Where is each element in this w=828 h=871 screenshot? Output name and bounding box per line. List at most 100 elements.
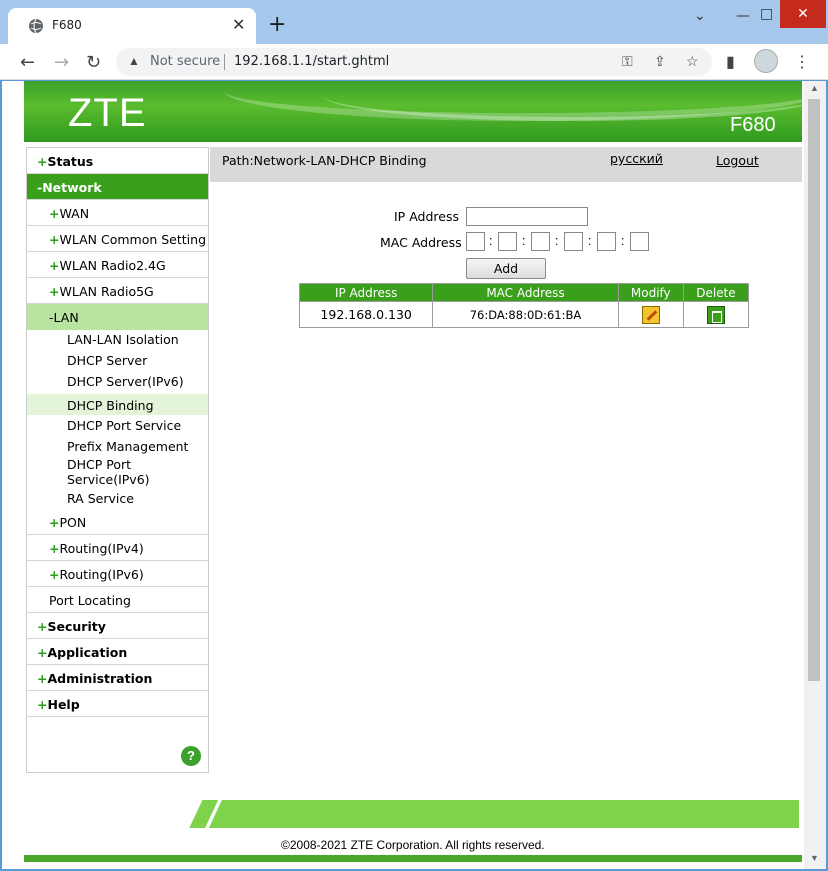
- plus-icon: +: [49, 284, 60, 299]
- plus-icon: +: [49, 206, 60, 221]
- cell-ip: 192.168.0.130: [298, 301, 434, 328]
- menu-wlan-24[interactable]: +WLAN Radio2.4G: [27, 252, 208, 278]
- table-header-row: IP Address MAC Address Modify Delete: [298, 283, 750, 302]
- menu-ra-service[interactable]: RA Service: [67, 491, 134, 506]
- menu-status-label: Status: [47, 154, 94, 169]
- menu-lan-lan-isolation[interactable]: LAN-LAN Isolation: [67, 332, 179, 347]
- edit-icon[interactable]: [641, 305, 660, 324]
- col-modify: Modify: [617, 283, 684, 302]
- add-button[interactable]: Add: [466, 258, 546, 279]
- footer-stripes: [180, 800, 230, 828]
- menu-network-label: -Network: [37, 180, 102, 195]
- tab-title: F680: [52, 18, 82, 32]
- back-icon[interactable]: ←: [20, 52, 35, 73]
- plus-icon: +: [49, 232, 60, 247]
- menu-routing-ipv4[interactable]: +Routing(IPv4): [27, 535, 208, 561]
- menu-dhcp-port-service-ipv6[interactable]: DHCP Port Service(IPv6): [67, 457, 197, 487]
- mac-octet-2[interactable]: [498, 232, 517, 251]
- scroll-up-icon[interactable]: ▲: [810, 83, 819, 93]
- mac-separator: :: [621, 234, 625, 248]
- not-secure-label[interactable]: Not secure: [150, 54, 220, 69]
- menu-pon[interactable]: +PON: [27, 509, 208, 535]
- close-tab-icon[interactable]: ✕: [232, 15, 245, 35]
- key-icon[interactable]: ⚿: [622, 53, 633, 70]
- cell-delete: [682, 301, 750, 328]
- plus-icon: +: [37, 697, 48, 712]
- minimize-icon[interactable]: —: [736, 8, 750, 24]
- logout-link[interactable]: Logout: [716, 153, 759, 168]
- menu-routing-ipv6[interactable]: +Routing(IPv6): [27, 561, 208, 587]
- reload-icon[interactable]: ↻: [86, 52, 101, 73]
- menu-help[interactable]: +Help: [27, 691, 208, 717]
- window-close-icon[interactable]: ✕: [780, 0, 826, 28]
- model-name: F680: [730, 114, 776, 136]
- address-bar[interactable]: ▲ Not secure 192.168.1.1/start.ghtml ⚿ ⇪…: [116, 48, 712, 76]
- tab-search-icon[interactable]: ⌄: [694, 8, 706, 24]
- menu-application[interactable]: +Application: [27, 639, 208, 665]
- mac-separator: :: [588, 234, 592, 248]
- menu-pon-label: PON: [59, 515, 87, 530]
- plus-icon: +: [49, 541, 60, 556]
- cell-modify: [617, 301, 684, 328]
- mac-separator: :: [555, 234, 559, 248]
- cell-mac: 76:DA:88:0D:61:BA: [432, 301, 619, 328]
- menu-routing-ipv6-label: Routing(IPv6): [59, 567, 144, 582]
- forward-icon[interactable]: →: [54, 52, 69, 73]
- plus-icon: +: [49, 258, 60, 273]
- tab-strip: F680 ✕ + ⌄ — □ ✕: [0, 0, 828, 44]
- menu-wan[interactable]: +WAN: [27, 200, 208, 226]
- menu-network[interactable]: -Network: [27, 174, 208, 200]
- mac-octet-6[interactable]: [630, 232, 649, 251]
- star-icon[interactable]: ☆: [686, 53, 699, 70]
- ip-address-input[interactable]: [466, 207, 588, 226]
- col-ip-address: IP Address: [298, 283, 434, 302]
- menu-lan[interactable]: -LAN: [27, 304, 208, 330]
- plus-icon: +: [49, 567, 60, 582]
- maximize-icon[interactable]: □: [760, 6, 773, 22]
- plus-icon: +: [37, 154, 48, 169]
- help-icon[interactable]: ?: [181, 746, 201, 766]
- mac-octet-3[interactable]: [531, 232, 550, 251]
- trash-icon[interactable]: [706, 305, 725, 324]
- menu-port-locating-label: Port Locating: [49, 593, 131, 608]
- menu-prefix-management[interactable]: Prefix Management: [67, 439, 188, 454]
- menu-dhcp-binding[interactable]: DHCP Binding: [67, 398, 154, 413]
- warning-icon[interactable]: ▲: [128, 54, 140, 68]
- menu-administration[interactable]: +Administration: [27, 665, 208, 691]
- menu-wlan-common[interactable]: +WLAN Common Setting: [27, 226, 208, 252]
- profile-avatar[interactable]: [754, 49, 778, 73]
- url-text[interactable]: 192.168.1.1/start.ghtml: [234, 54, 389, 69]
- scroll-down-icon[interactable]: ▼: [810, 853, 819, 863]
- mac-octet-1[interactable]: [466, 232, 485, 251]
- scroll-thumb[interactable]: [808, 99, 820, 681]
- footer-line: [24, 855, 802, 862]
- path-bar: Path:Network-LAN-DHCP Binding русский Lo…: [210, 147, 802, 182]
- menu-security[interactable]: +Security: [27, 613, 208, 639]
- menu-lan-label: -LAN: [49, 310, 79, 325]
- menu-status[interactable]: +Status: [27, 148, 208, 174]
- footer-bar: [182, 800, 799, 828]
- share-icon[interactable]: ⇪: [654, 53, 666, 70]
- menu-application-label: Application: [47, 645, 128, 660]
- menu-port-locating[interactable]: Port Locating: [27, 587, 208, 613]
- page-viewport: ZTE F680 +Status -Network +WAN +WLAN Com…: [2, 81, 804, 869]
- plus-icon: +: [37, 645, 48, 660]
- menu-dhcp-port-service[interactable]: DHCP Port Service: [67, 418, 181, 433]
- menu-dhcp-server[interactable]: DHCP Server: [67, 353, 147, 368]
- mac-separator: :: [489, 234, 493, 248]
- scrollbar[interactable]: ▲ ▼: [804, 81, 826, 869]
- menu-dhcp-server-ipv6[interactable]: DHCP Server(IPv6): [67, 374, 184, 389]
- mac-octet-4[interactable]: [564, 232, 583, 251]
- menu-wan-label: WAN: [59, 206, 90, 221]
- menu-kebab-icon[interactable]: ⋮: [794, 52, 810, 72]
- new-tab-icon[interactable]: +: [268, 12, 286, 37]
- menu-wlan-5g[interactable]: +WLAN Radio5G: [27, 278, 208, 304]
- globe-icon: [29, 18, 43, 34]
- copyright: ©2008-2021 ZTE Corporation. All rights r…: [281, 838, 545, 852]
- browser-tab[interactable]: F680 ✕: [8, 8, 256, 44]
- mac-octet-5[interactable]: [597, 232, 616, 251]
- side-panel-icon[interactable]: ▮: [726, 52, 735, 72]
- menu-routing-ipv4-label: Routing(IPv4): [59, 541, 144, 556]
- browser-toolbar: ← → ↻ ▲ Not secure 192.168.1.1/start.ght…: [0, 44, 828, 80]
- language-link[interactable]: русский: [610, 151, 663, 166]
